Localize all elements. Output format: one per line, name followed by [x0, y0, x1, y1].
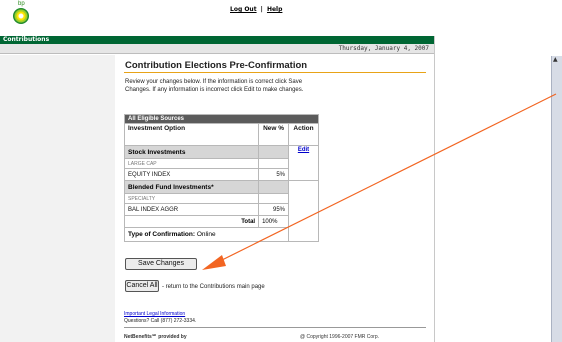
logout-link[interactable]: Log Out — [230, 6, 257, 13]
action-cell-empty — [288, 180, 319, 242]
column-action: Action — [288, 123, 319, 146]
scroll-up-icon[interactable]: ▲ — [553, 56, 558, 63]
table-column-headers: Investment Option New % Action — [123, 123, 319, 146]
provided-by-text: NetBenefits℠ provided by — [124, 334, 187, 340]
fund-percent: 5% — [258, 168, 290, 181]
questions-text: Questions? Call (877) 272-3334. — [124, 318, 197, 324]
fund-name: EQUITY INDEX — [123, 168, 260, 181]
table-row: Stock Investments Edit — [123, 145, 319, 181]
top-links: Log Out | Help — [230, 6, 282, 13]
group-stock-investments: Stock Investments — [123, 145, 260, 159]
group-blended-fund-investments: Blended Fund Investments* — [123, 180, 260, 194]
legal-info-link[interactable]: Important Legal Information — [124, 311, 185, 317]
column-new-percent: New % — [258, 123, 290, 146]
content-divider — [434, 36, 435, 342]
help-link[interactable]: Help — [267, 6, 282, 13]
link-separator: | — [260, 6, 263, 13]
column-investment-option: Investment Option — [123, 123, 260, 146]
copyright-text: @ Copyright 1996-2007 FMR Corp. — [300, 334, 379, 340]
arrow-head — [202, 255, 226, 270]
cancel-note: - return to the Contributions main page — [162, 284, 265, 290]
section-title: All Eligible Sources — [124, 114, 319, 124]
fund-percent: 95% — [258, 203, 290, 216]
category-specialty: SPECIALTY — [123, 193, 260, 204]
browser-side-panel — [551, 56, 562, 342]
bp-logo-text: bp — [18, 1, 25, 7]
category-large-cap: LARGE CAP — [123, 158, 260, 169]
left-column — [0, 55, 115, 342]
intro-text: Review your changes below. If the inform… — [125, 79, 304, 93]
bp-logo: bp — [6, 1, 32, 26]
confirmation-label: Type of Confirmation: — [128, 231, 196, 238]
fund-name: BAL INDEX AGGR — [123, 203, 260, 216]
table-section-header: All Eligible Sources — [124, 114, 319, 124]
date-bar: Thursday, January 4, 2007 — [0, 44, 434, 54]
total-value: 100% — [258, 215, 290, 228]
table-row: Blended Fund Investments* — [123, 180, 319, 242]
elections-table: All Eligible Sources Investment Option N… — [123, 114, 319, 242]
title-underline — [124, 72, 426, 73]
total-label: Total — [123, 215, 260, 228]
legal-info: Important Legal Information — [124, 311, 185, 317]
current-date: Thursday, January 4, 2007 — [338, 45, 429, 52]
confirmation-value: Online — [196, 231, 216, 238]
nav-bar: Contributions — [0, 36, 434, 44]
save-changes-button[interactable]: Save Changes — [125, 258, 197, 270]
nav-title: Contributions — [3, 36, 50, 43]
edit-stock-link[interactable]: Edit — [298, 147, 309, 153]
page-title: Contribution Elections Pre-Confirmation — [125, 60, 308, 71]
cancel-all-button[interactable]: Cancel All — [125, 280, 159, 292]
footer-divider — [124, 327, 426, 328]
confirmation-cell: Type of Confirmation: Online — [123, 227, 290, 242]
helios-flower-icon — [13, 8, 29, 24]
action-cell: Edit — [288, 145, 319, 181]
